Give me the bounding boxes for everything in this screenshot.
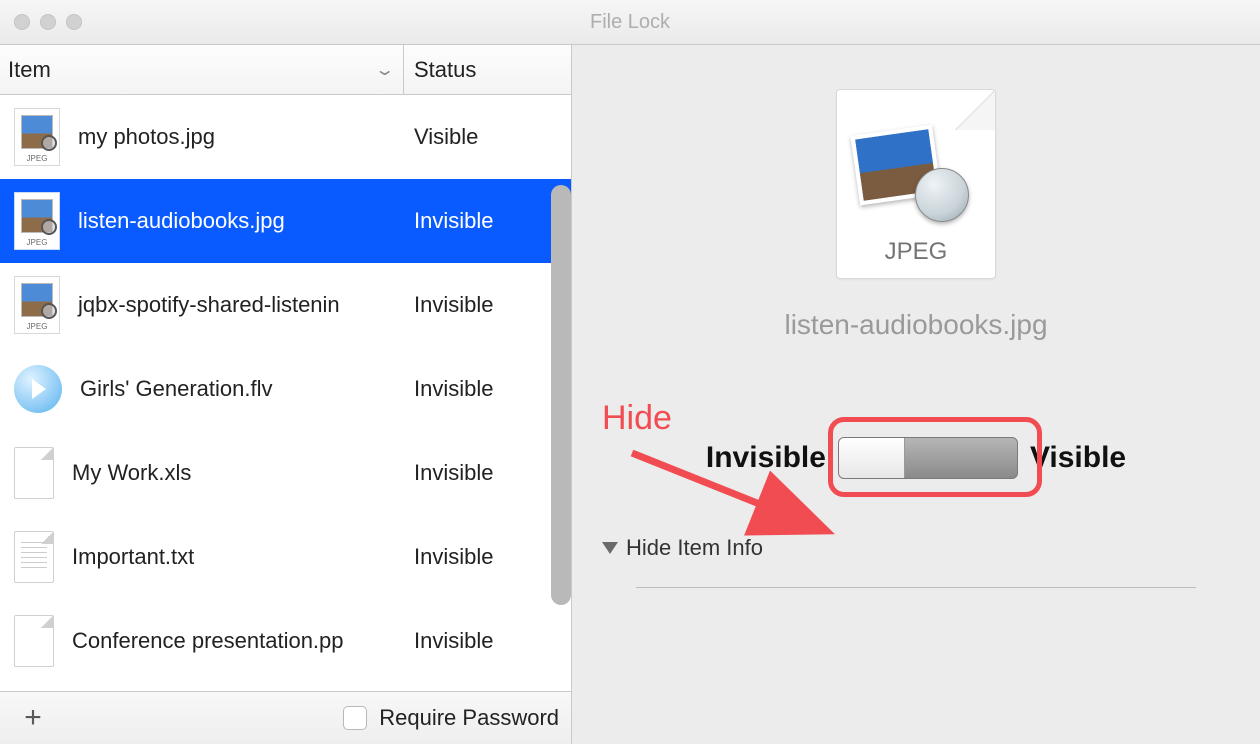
file-status-label: Invisible [414, 376, 493, 402]
file-name-label: Girls' Generation.flv [80, 376, 273, 402]
table-row[interactable]: My Work.xls Invisible [0, 431, 571, 515]
file-list: my photos.jpg Visible listen-audiobooks.… [0, 95, 571, 691]
file-status-label: Invisible [414, 292, 493, 318]
file-name-label: My Work.xls [72, 460, 191, 486]
visibility-slider-row: Invisible Visible [706, 437, 1126, 479]
column-header-status-label: Status [414, 57, 476, 82]
column-header-status[interactable]: Status [404, 57, 571, 83]
detail-pane: JPEG listen-audiobooks.jpg Hide Invisibl… [572, 45, 1260, 744]
generic-file-icon [14, 615, 54, 667]
jpeg-file-icon [14, 192, 60, 250]
file-status-label: Invisible [414, 460, 493, 486]
generic-file-icon [14, 447, 54, 499]
disclosure-triangle-icon [602, 542, 618, 554]
preview-type-label: JPEG [837, 238, 995, 266]
column-header-item-label: Item [8, 57, 51, 83]
file-list-pane: Item ⌄ Status my photos.jpg Visible [0, 45, 572, 744]
table-row[interactable]: jqbx-spotify-shared-listenin Invisible [0, 263, 571, 347]
file-name-label: my photos.jpg [78, 124, 215, 150]
visibility-toggle[interactable] [838, 437, 1018, 479]
maximize-window-button[interactable] [66, 14, 82, 30]
file-status-label: Invisible [414, 544, 493, 570]
require-password-label: Require Password [379, 705, 559, 731]
table-row[interactable]: Girls' Generation.flv Invisible [0, 347, 571, 431]
visibility-toggle-knob[interactable] [839, 438, 905, 478]
jpeg-file-icon [14, 276, 60, 334]
require-password-checkbox[interactable] [343, 706, 367, 730]
file-status-label: Invisible [414, 628, 493, 654]
table-row[interactable]: Conference presentation.pp Invisible [0, 599, 571, 683]
video-file-icon [14, 365, 62, 413]
title-bar: File Lock [0, 0, 1260, 45]
jpeg-file-icon [14, 108, 60, 166]
close-window-button[interactable] [14, 14, 30, 30]
vertical-scrollbar[interactable] [551, 185, 571, 605]
invisible-label: Invisible [706, 441, 826, 475]
section-divider [636, 587, 1196, 588]
minimize-window-button[interactable] [40, 14, 56, 30]
hide-item-info-label: Hide Item Info [626, 535, 763, 561]
preview-file-name: listen-audiobooks.jpg [784, 309, 1047, 341]
app-window: File Lock Item ⌄ Status my photos.j [0, 0, 1260, 744]
file-name-label: Important.txt [72, 544, 194, 570]
file-status-label: Visible [414, 124, 478, 150]
window-title: File Lock [0, 11, 1260, 34]
content-area: Item ⌄ Status my photos.jpg Visible [0, 45, 1260, 744]
file-status-label: Invisible [414, 208, 493, 234]
visible-label: Visible [1030, 441, 1126, 475]
table-row[interactable]: my photos.jpg Visible [0, 95, 571, 179]
file-name-label: jqbx-spotify-shared-listenin [78, 292, 340, 318]
sort-indicator-icon: ⌄ [374, 60, 395, 80]
column-headers: Item ⌄ Status [0, 45, 571, 95]
footer-bar: + Require Password [0, 691, 571, 744]
traffic-lights [14, 14, 82, 30]
table-row[interactable]: Important.txt Invisible [0, 515, 571, 599]
file-list-scroll: my photos.jpg Visible listen-audiobooks.… [0, 95, 571, 691]
add-file-button[interactable]: + [12, 701, 54, 735]
hide-item-info-toggle[interactable]: Hide Item Info [602, 535, 763, 561]
column-header-item[interactable]: Item ⌄ [0, 45, 404, 94]
table-row[interactable]: listen-audiobooks.jpg Invisible [0, 179, 571, 263]
file-name-label: listen-audiobooks.jpg [78, 208, 285, 234]
file-preview-icon: JPEG [836, 89, 996, 279]
annotation-hide-label: Hide [602, 399, 672, 438]
text-file-icon [14, 531, 54, 583]
file-name-label: Conference presentation.pp [72, 628, 344, 654]
